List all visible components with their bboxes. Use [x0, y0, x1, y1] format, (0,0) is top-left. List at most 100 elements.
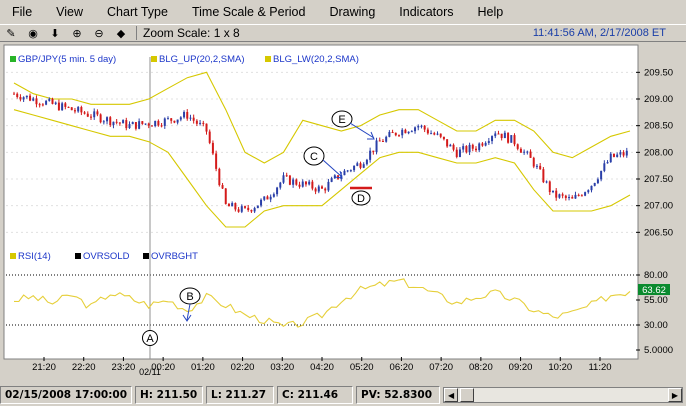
candle-body	[73, 110, 76, 112]
candle-body	[240, 206, 243, 212]
candle-body	[308, 181, 311, 185]
candle-body	[279, 182, 282, 188]
candle-body	[616, 154, 619, 157]
candle-body	[410, 131, 413, 133]
candle-body	[285, 175, 288, 177]
arrow-down-icon[interactable]: ⬇	[44, 25, 66, 41]
time-tick-label: 11:20	[588, 362, 611, 373]
scroll-left-icon[interactable]: ◀	[444, 388, 459, 402]
plot-area	[3, 44, 639, 360]
time-tick-label: 02:20	[231, 362, 255, 373]
candle-body	[442, 136, 445, 140]
candle-body	[365, 159, 368, 165]
candle-body	[596, 179, 599, 183]
candle-body	[535, 165, 538, 167]
candle-body	[481, 143, 484, 146]
candle-body	[407, 131, 410, 134]
candle-body	[446, 139, 449, 147]
candle-body	[183, 111, 186, 118]
candle-body	[29, 95, 32, 101]
candle-body	[41, 104, 44, 106]
candle-body	[19, 97, 22, 100]
candle-body	[353, 165, 356, 171]
menu-item-help[interactable]: Help	[466, 5, 516, 19]
svg-text:63.62: 63.62	[642, 285, 666, 296]
candle-body	[109, 117, 112, 126]
candle-body	[523, 151, 526, 153]
legend-lower-label: BLG_LW(20,2,SMA)	[273, 54, 359, 65]
candle-body	[67, 106, 70, 108]
candle-body	[311, 181, 314, 189]
candle-body	[231, 203, 234, 207]
price-tick-label: 209.50	[644, 67, 673, 78]
legend-swatch-rsi	[10, 253, 16, 259]
menu-item-indicators[interactable]: Indicators	[387, 5, 465, 19]
candle-body	[160, 125, 163, 127]
candle-body	[343, 170, 346, 176]
candle-body	[439, 133, 442, 137]
candle-body	[612, 153, 615, 157]
candle-body	[500, 133, 503, 139]
scroll-thumb[interactable]	[460, 388, 475, 402]
candle-body	[430, 133, 433, 135]
candle-body	[548, 181, 551, 193]
menu-item-drawing[interactable]: Drawing	[317, 5, 387, 19]
date-marker: 02/11	[139, 367, 161, 377]
candle-body	[173, 120, 176, 123]
time-tick-label: 09:20	[509, 362, 533, 373]
candle-body	[38, 104, 41, 106]
candle-body	[304, 181, 307, 185]
candle-body	[144, 123, 147, 125]
candle-body	[128, 124, 131, 129]
candle-body	[394, 132, 397, 136]
candle-body	[227, 203, 230, 207]
time-tick-label: 23:20	[112, 362, 136, 373]
candle-body	[381, 140, 384, 142]
zoom-out-icon[interactable]: ⊖	[88, 25, 110, 41]
crosshair-icon[interactable]: ◉	[22, 25, 44, 41]
chart-canvas[interactable]: 209.50 209.00 208.50 208.00 207.50 207.00 206.…	[0, 43, 686, 384]
pencil-icon[interactable]: ✎	[0, 25, 22, 41]
candle-body	[574, 194, 577, 199]
candle-body	[288, 175, 291, 185]
menu-item-view[interactable]: View	[44, 5, 95, 19]
candle-body	[99, 114, 102, 123]
candle-body	[83, 112, 86, 114]
time-tick-label: 21:20	[32, 362, 56, 373]
candle-body	[260, 199, 263, 206]
gem-icon[interactable]: ◆	[110, 25, 132, 41]
candle-body	[263, 196, 266, 200]
candle-body	[292, 179, 295, 185]
candle-body	[202, 122, 205, 124]
candle-body	[122, 120, 125, 124]
candle-body	[125, 120, 128, 129]
candle-body	[516, 144, 519, 149]
candle-body	[250, 210, 253, 212]
price-tick-label: 208.00	[644, 147, 673, 158]
legend-swatch-price	[10, 56, 16, 62]
menu-item-time-scale-period[interactable]: Time Scale & Period	[180, 5, 317, 19]
scroll-right-icon[interactable]: ▶	[668, 388, 682, 402]
candle-body	[542, 169, 545, 183]
candle-body	[555, 190, 558, 198]
candle-body	[170, 118, 173, 121]
candle-body	[218, 168, 221, 186]
horizontal-scrollbar[interactable]: ◀ ▶	[443, 387, 683, 403]
candle-body	[150, 125, 153, 127]
menu-item-chart-type[interactable]: Chart Type	[95, 5, 180, 19]
candle-body	[221, 185, 224, 189]
svg-text:A: A	[146, 333, 154, 345]
candle-body	[558, 194, 561, 198]
candle-body	[51, 98, 54, 104]
menu-item-file[interactable]: File	[0, 5, 44, 19]
candle-body	[609, 153, 612, 163]
price-tick-label: 207.50	[644, 174, 673, 185]
candle-body	[491, 136, 494, 142]
time-tick-label: 10:20	[548, 362, 572, 373]
rsi-tick-label: 5.0000	[644, 345, 673, 356]
candle-body	[510, 135, 513, 143]
status-datetime: 02/15/2008 17:00:00	[0, 386, 133, 404]
zoom-in-icon[interactable]: ⊕	[66, 25, 88, 41]
candle-body	[167, 118, 169, 120]
candle-body	[234, 203, 237, 210]
